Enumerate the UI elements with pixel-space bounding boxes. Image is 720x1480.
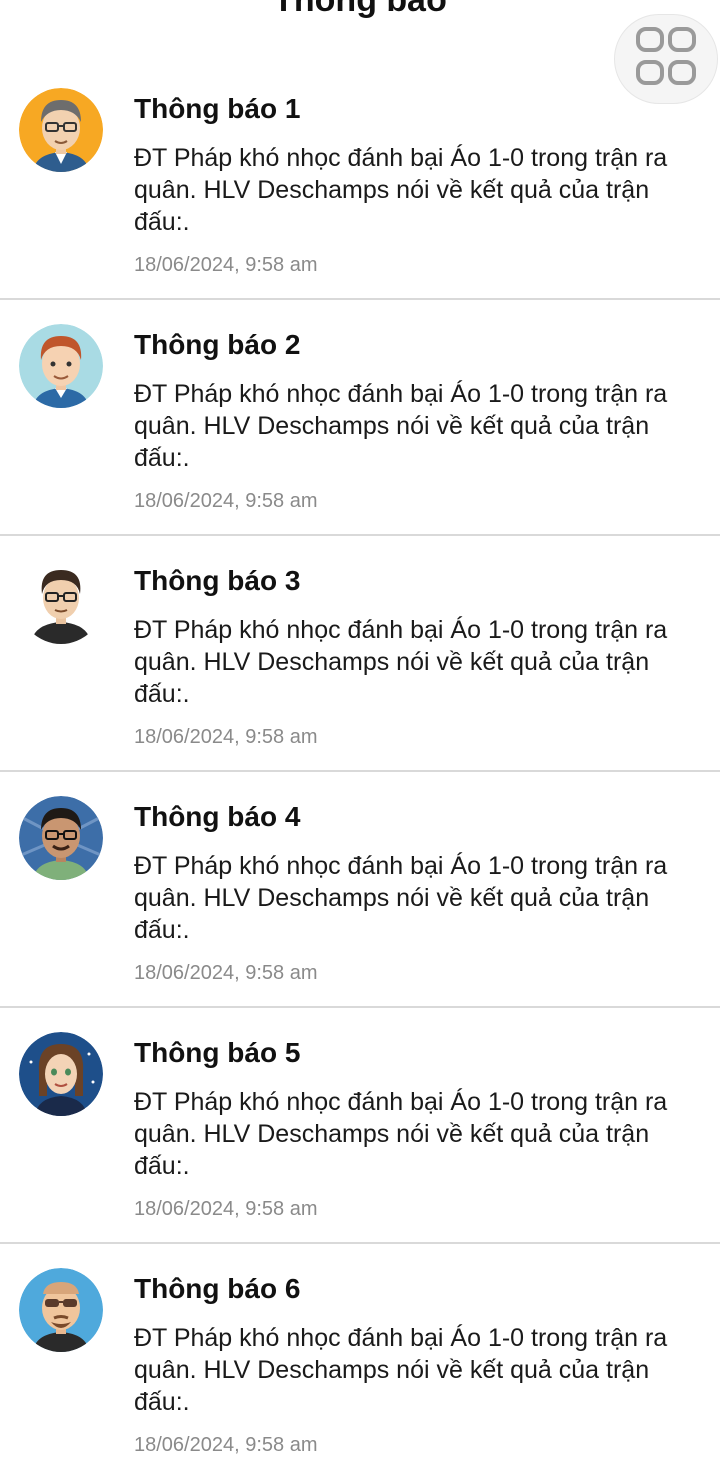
notification-item[interactable]: Thông báo 4 ĐT Pháp khó nhọc đánh bại Áo…: [0, 772, 720, 1008]
notification-item[interactable]: Thông báo 1 ĐT Pháp khó nhọc đánh bại Áo…: [0, 64, 720, 300]
avatar: [19, 88, 103, 172]
notification-time: 18/06/2024, 9:58 am: [134, 726, 318, 748]
avatar: [19, 796, 103, 880]
avatar: [19, 1032, 103, 1116]
notification-item[interactable]: Thông báo 2 ĐT Pháp khó nhọc đánh bại Áo…: [0, 300, 720, 536]
header-bar: Thông báo: [0, 0, 720, 70]
grid-icon: [635, 26, 697, 93]
avatar: [19, 1268, 103, 1352]
notification-body: ĐT Pháp khó nhọc đánh bại Áo 1-0 trong t…: [134, 380, 668, 472]
notification-time: 18/06/2024, 9:58 am: [134, 254, 318, 276]
notification-title: Thông báo 6: [134, 1273, 301, 1304]
notification-time: 18/06/2024, 9:58 am: [134, 962, 318, 984]
avatar: [19, 560, 103, 644]
page-title: Thông báo: [273, 0, 447, 19]
notification-body: ĐT Pháp khó nhọc đánh bại Áo 1-0 trong t…: [134, 616, 668, 708]
notification-body: ĐT Pháp khó nhọc đánh bại Áo 1-0 trong t…: [134, 144, 668, 236]
notification-title: Thông báo 3: [134, 565, 301, 596]
notification-time: 18/06/2024, 9:58 am: [134, 490, 318, 512]
notification-item[interactable]: Thông báo 3 ĐT Pháp khó nhọc đánh bại Áo…: [0, 536, 720, 772]
notification-title: Thông báo 1: [134, 93, 301, 124]
notification-body: ĐT Pháp khó nhọc đánh bại Áo 1-0 trong t…: [134, 1088, 668, 1180]
notification-time: 18/06/2024, 9:58 am: [134, 1434, 318, 1456]
notification-list: Thông báo 1 ĐT Pháp khó nhọc đánh bại Áo…: [0, 64, 720, 1480]
avatar: [19, 324, 103, 408]
notification-item[interactable]: Thông báo 6 ĐT Pháp khó nhọc đánh bại Áo…: [0, 1244, 720, 1480]
notification-body: ĐT Pháp khó nhọc đánh bại Áo 1-0 trong t…: [134, 1324, 668, 1416]
notification-title: Thông báo 4: [134, 801, 301, 832]
notification-time: 18/06/2024, 9:58 am: [134, 1198, 318, 1220]
notification-title: Thông báo 5: [134, 1037, 301, 1068]
notification-item[interactable]: Thông báo 5 ĐT Pháp khó nhọc đánh bại Áo…: [0, 1008, 720, 1244]
grid-menu-button[interactable]: [614, 14, 718, 104]
notification-title: Thông báo 2: [134, 329, 301, 360]
notification-body: ĐT Pháp khó nhọc đánh bại Áo 1-0 trong t…: [134, 852, 668, 944]
